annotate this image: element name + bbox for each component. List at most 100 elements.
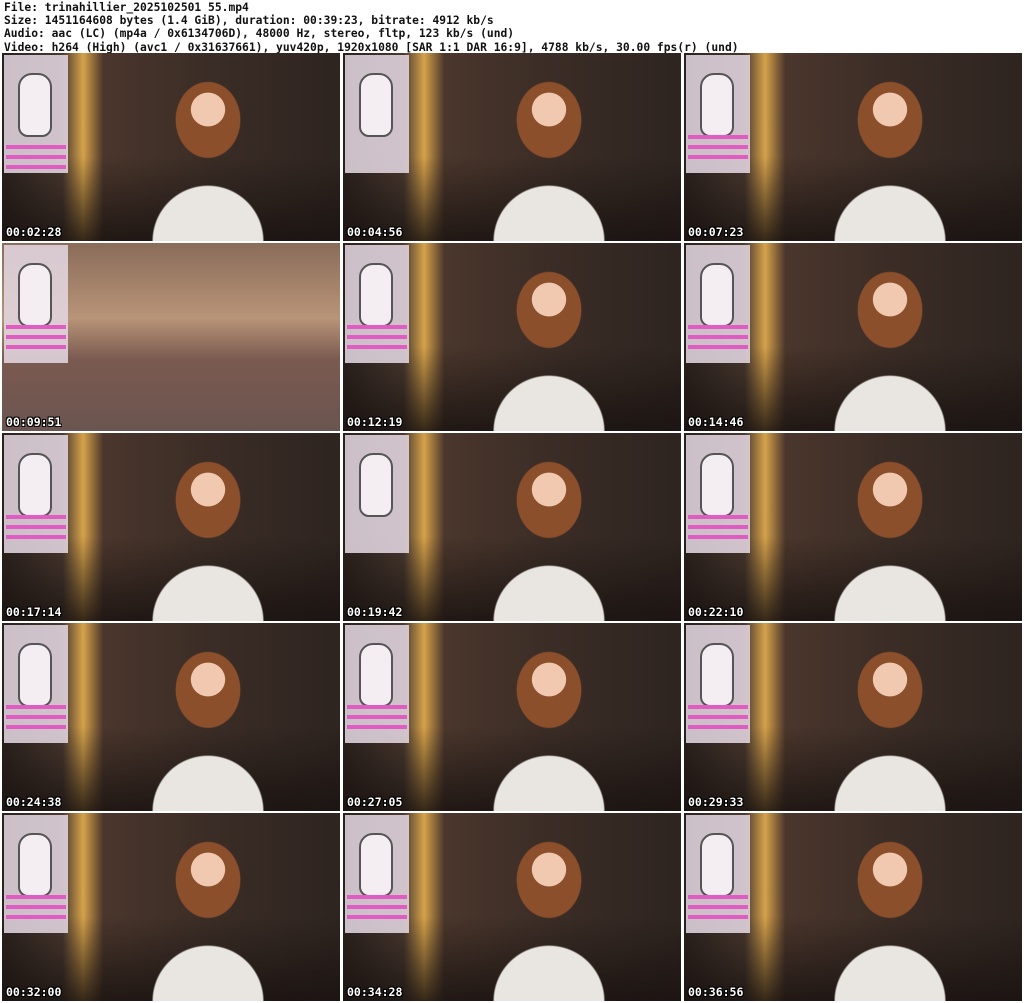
stream-overlay [4,435,68,553]
overlay-ticker [347,345,407,349]
stream-overlay [686,245,750,363]
frame-timestamp: 00:19:42 [347,605,403,619]
overlay-ticker [6,725,66,729]
thumbnail-frame: 00:24:38 [2,623,340,811]
file-name-line: File: trinahillier_2025102501 55.mp4 [4,1,249,14]
stream-overlay [4,815,68,933]
stream-overlay [345,435,409,553]
thumbnail-frame: 00:32:00 [2,813,340,1001]
bunny-illustration [18,833,52,897]
thumbnail-frame: 00:07:23 [684,53,1022,241]
frame-subject [471,828,627,1001]
overlay-ticker [6,915,66,919]
bunny-illustration [18,263,52,327]
bunny-illustration [359,643,393,707]
frame-subject [130,828,286,1001]
frame-subject [812,258,968,431]
bunny-illustration [700,643,734,707]
thumbnail-grid: 00:02:28 00:04:56 00:07:23 00:09:51 00:1… [2,53,1023,1001]
frame-timestamp: 00:36:56 [688,985,744,999]
overlay-ticker [688,705,748,709]
frame-subject [471,448,627,621]
bunny-illustration [700,263,734,327]
overlay-ticker [6,515,66,519]
frame-subject [471,258,627,431]
thumbnail-frame: 00:19:42 [343,433,681,621]
thumbnail-frame: 00:12:19 [343,243,681,431]
overlay-ticker [347,895,407,899]
overlay-ticker [6,705,66,709]
stream-overlay [345,245,409,363]
frame-subject [812,448,968,621]
stream-overlay [686,55,750,173]
frame-subject [812,638,968,811]
overlay-ticker [6,335,66,339]
overlay-ticker [688,725,748,729]
frame-timestamp: 00:12:19 [347,415,403,429]
thumbnail-frame: 00:09:51 [2,243,340,431]
bunny-illustration [18,643,52,707]
bunny-illustration [700,73,734,137]
thumbnail-frame: 00:02:28 [2,53,340,241]
frame-timestamp: 00:02:28 [6,225,62,239]
frame-timestamp: 00:24:38 [6,795,62,809]
frame-timestamp: 00:09:51 [6,415,62,429]
frame-subject [812,68,968,241]
overlay-ticker [6,155,66,159]
overlay-ticker [6,345,66,349]
overlay-ticker [688,905,748,909]
bunny-illustration [359,453,393,517]
overlay-ticker [347,335,407,339]
bunny-illustration [700,453,734,517]
frame-subject [471,68,627,241]
thumbnail-frame: 00:14:46 [684,243,1022,431]
overlay-ticker [688,345,748,349]
stream-overlay [345,55,409,173]
bunny-illustration [18,453,52,517]
frame-subject [130,68,286,241]
overlay-ticker [6,905,66,909]
overlay-ticker [688,325,748,329]
overlay-ticker [6,535,66,539]
overlay-ticker [688,145,748,149]
thumbnail-frame: 00:29:33 [684,623,1022,811]
frame-timestamp: 00:14:46 [688,415,744,429]
video-info-line: Video: h264 (High) (avc1 / 0x31637661), … [4,40,739,54]
bunny-illustration [18,73,52,137]
frame-subject [812,828,968,1001]
frame-timestamp: 00:34:28 [347,985,403,999]
overlay-ticker [347,725,407,729]
overlay-ticker [6,895,66,899]
stream-overlay [686,815,750,933]
thumbnail-frame: 00:17:14 [2,433,340,621]
stream-overlay [4,625,68,743]
overlay-ticker [6,525,66,529]
frame-subject [130,448,286,621]
stream-overlay [345,815,409,933]
frame-subject [471,638,627,811]
stream-overlay [686,435,750,553]
thumbnail-frame: 00:22:10 [684,433,1022,621]
overlay-ticker [688,335,748,339]
overlay-ticker [6,325,66,329]
overlay-ticker [347,915,407,919]
thumbnail-frame: 00:04:56 [343,53,681,241]
thumbnail-frame: 00:27:05 [343,623,681,811]
overlay-ticker [688,135,748,139]
frame-timestamp: 00:04:56 [347,225,403,239]
thumbnail-frame: 00:34:28 [343,813,681,1001]
frame-timestamp: 00:07:23 [688,225,744,239]
frame-timestamp: 00:17:14 [6,605,62,619]
bunny-illustration [359,833,393,897]
overlay-ticker [347,325,407,329]
bunny-illustration [359,73,393,137]
overlay-ticker [688,535,748,539]
overlay-ticker [6,165,66,169]
bunny-illustration [700,833,734,897]
frame-timestamp: 00:29:33 [688,795,744,809]
stream-overlay [4,245,68,363]
overlay-ticker [688,915,748,919]
frame-timestamp: 00:27:05 [347,795,403,809]
stream-overlay [4,55,68,173]
thumbnail-frame: 00:36:56 [684,813,1022,1001]
